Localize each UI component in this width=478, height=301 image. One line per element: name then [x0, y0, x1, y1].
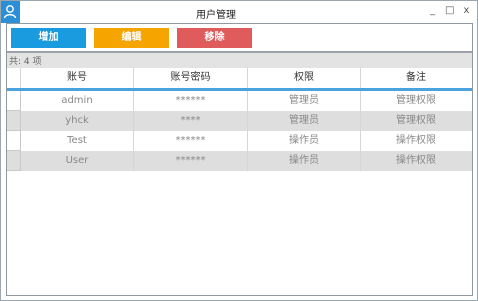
table-row[interactable]: admin ****** 管理员 管理权限	[7, 91, 472, 111]
cell-remark[interactable]: 操作权限	[361, 151, 471, 171]
user-management-window: 用户管理 _ □ x 增加 编辑 移除 共: 4 项 账号 账号密码 权限 备注	[0, 0, 478, 301]
cell-role[interactable]: 操作员	[248, 131, 361, 151]
cell-role[interactable]: 管理员	[248, 91, 361, 111]
cell-remark[interactable]: 管理权限	[361, 111, 471, 131]
column-header-password[interactable]: 账号密码	[134, 68, 248, 88]
cell-password[interactable]: ****	[134, 111, 248, 131]
minimize-button[interactable]: _	[428, 5, 437, 17]
cell-role[interactable]: 管理员	[248, 111, 361, 131]
count-bar: 共: 4 项	[7, 53, 472, 68]
item-count: 共: 4 项	[9, 57, 42, 67]
user-table: 账号 账号密码 权限 备注 admin ****** 管理员 管理权限 yhck…	[7, 68, 472, 171]
window-title: 用户管理	[196, 10, 236, 21]
row-selector[interactable]	[7, 151, 21, 171]
table-header: 账号 账号密码 权限 备注	[7, 68, 472, 91]
row-selector[interactable]	[7, 111, 21, 131]
row-selector[interactable]	[7, 131, 21, 151]
column-header-role[interactable]: 权限	[248, 68, 361, 88]
column-header-remark[interactable]: 备注	[361, 68, 471, 88]
cell-account[interactable]: Test	[21, 131, 134, 151]
maximize-button[interactable]: □	[445, 5, 454, 17]
table-row[interactable]: Test ****** 操作员 操作权限	[7, 131, 472, 151]
cell-remark[interactable]: 操作权限	[361, 131, 471, 151]
edit-button[interactable]: 编辑	[94, 28, 169, 48]
row-selector[interactable]	[7, 91, 21, 111]
cell-account[interactable]: yhck	[21, 111, 134, 131]
cell-remark[interactable]: 管理权限	[361, 91, 471, 111]
column-header-account[interactable]: 账号	[21, 68, 134, 88]
cell-password[interactable]: ******	[134, 151, 248, 171]
cell-account[interactable]: admin	[21, 91, 134, 111]
cell-role[interactable]: 操作员	[248, 151, 361, 171]
table-row[interactable]: yhck **** 管理员 管理权限	[7, 111, 472, 131]
cell-account[interactable]: User	[21, 151, 134, 171]
toolbar: 增加 编辑 移除	[11, 28, 252, 48]
title-bar[interactable]: 用户管理 _ □ x	[1, 1, 477, 23]
content-panel: 增加 编辑 移除 共: 4 项 账号 账号密码 权限 备注 admin ****…	[6, 23, 473, 296]
remove-button[interactable]: 移除	[177, 28, 252, 48]
table-row[interactable]: User ****** 操作员 操作权限	[7, 151, 472, 171]
cell-password[interactable]: ******	[134, 91, 248, 111]
add-button[interactable]: 增加	[11, 28, 86, 48]
window-controls: _ □ x	[428, 5, 471, 17]
cell-password[interactable]: ******	[134, 131, 248, 151]
close-button[interactable]: x	[462, 5, 471, 17]
header-gutter	[7, 68, 21, 88]
